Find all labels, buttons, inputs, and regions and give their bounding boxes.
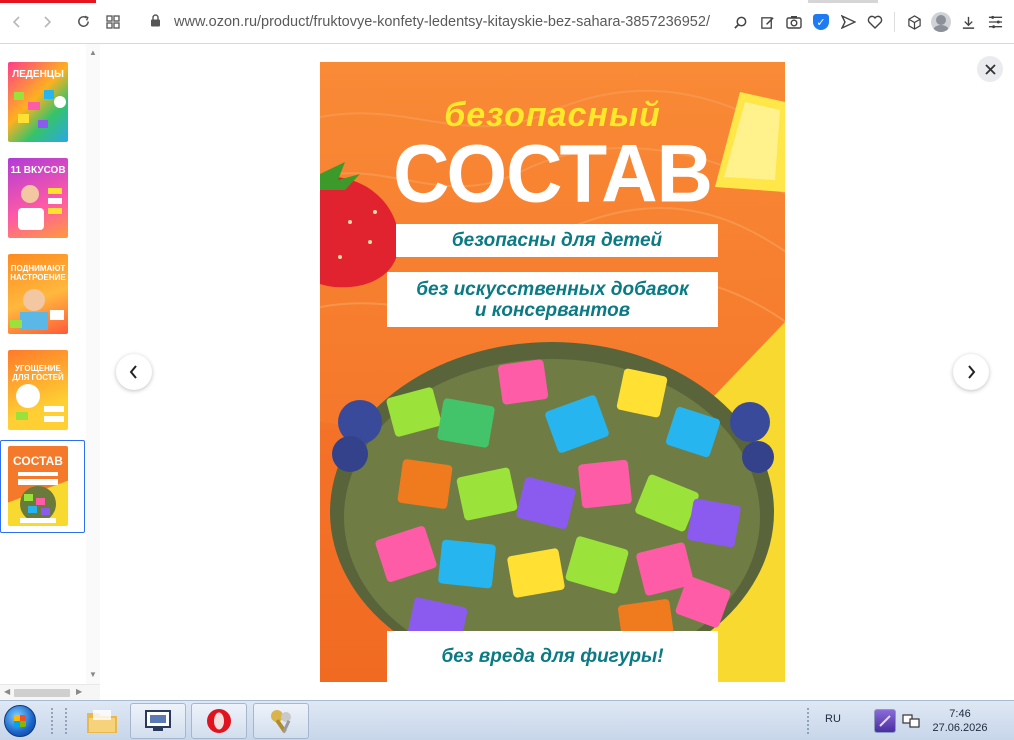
- pen-icon: [879, 715, 891, 727]
- chevron-left-icon: [129, 365, 137, 379]
- send-icon[interactable]: [835, 7, 861, 37]
- clock-time: 7:46: [949, 708, 971, 720]
- clock-date: 27.06.2026: [932, 722, 988, 734]
- next-image-button[interactable]: [953, 354, 989, 390]
- reload-icon[interactable]: [68, 7, 98, 37]
- scrollbar-thumb[interactable]: [14, 689, 70, 697]
- opera-icon: [207, 709, 231, 733]
- thumbnail-5[interactable]: СОСТАВ: [8, 446, 68, 526]
- toolbar-separator: [894, 12, 895, 32]
- scroll-down-icon[interactable]: ▼: [89, 670, 97, 679]
- address-bar[interactable]: www.ozon.ru/product/fruktovye-konfety-le…: [150, 6, 710, 38]
- thumbnail-2[interactable]: 11 ВКУСОВ: [8, 158, 68, 238]
- scroll-left-icon[interactable]: ◀: [4, 687, 10, 696]
- system-clock[interactable]: 7:46 27.06.2026: [924, 707, 996, 735]
- tray-app-icon[interactable]: [874, 709, 896, 733]
- tab-indicator: [808, 0, 878, 3]
- menu-icon[interactable]: [982, 7, 1008, 37]
- scroll-up-icon[interactable]: ▲: [89, 48, 97, 57]
- back-icon[interactable]: [2, 7, 32, 37]
- image-viewer: ЛЕДЕНЦЫ 11 ВКУСОВ ПОДНИМАЮТ НАСТРОЕНИЕ У…: [0, 44, 1014, 700]
- thumbnail-3[interactable]: ПОДНИМАЮТ НАСТРОЕНИЕ: [8, 254, 68, 334]
- keys-taskbar-button[interactable]: [253, 703, 309, 739]
- thumbnail-list: ЛЕДЕНЦЫ 11 ВКУСОВ ПОДНИМАЮТ НАСТРОЕНИЕ У…: [0, 44, 100, 700]
- download-icon[interactable]: [955, 7, 981, 37]
- speed-dial-icon[interactable]: [98, 7, 128, 37]
- poster-ribbon-1: безопасны для детей: [396, 224, 718, 257]
- thumbnail-art: [10, 289, 64, 330]
- browser-toolbar: www.ozon.ru/product/fruktovye-konfety-le…: [0, 0, 1014, 44]
- poster-ribbon-2: без искусственных добавок и консервантов: [387, 272, 718, 327]
- taskbar-grip: [806, 707, 810, 735]
- heart-icon[interactable]: [862, 7, 888, 37]
- remote-desktop-taskbar-button[interactable]: [130, 703, 186, 739]
- language-indicator[interactable]: RU: [825, 713, 841, 725]
- thumbnail-4[interactable]: УГОЩЕНИЕ ДЛЯ ГОСТЕЙ: [8, 350, 68, 430]
- close-icon: [984, 63, 996, 75]
- search-icon[interactable]: [727, 7, 753, 37]
- chevron-right-icon: [968, 365, 976, 379]
- profile-icon[interactable]: [928, 7, 954, 37]
- taskbar-grip: [64, 707, 68, 735]
- windows-logo-icon: [4, 705, 36, 737]
- thumbnail-art: [18, 185, 62, 230]
- tab-loading-indicator: [0, 0, 96, 3]
- poster-ribbon-3: без вреда для фигуры!: [387, 631, 718, 682]
- network-icon[interactable]: [902, 713, 920, 734]
- thumbnail-art: [16, 384, 64, 422]
- close-viewer-button[interactable]: [977, 56, 1003, 82]
- taskbar: RU 7:46 27.06.2026: [0, 700, 1014, 740]
- url-text[interactable]: www.ozon.ru/product/fruktovye-konfety-le…: [174, 14, 710, 30]
- thumbnail-art: [14, 90, 66, 128]
- taskbar-grip: [50, 707, 54, 735]
- shield-icon[interactable]: ✓: [808, 7, 834, 37]
- toolbar-right-icons: ✓: [727, 7, 1008, 37]
- lock-icon[interactable]: [150, 14, 174, 30]
- monitor-icon: [145, 710, 171, 731]
- cube-icon[interactable]: [901, 7, 927, 37]
- start-button[interactable]: [0, 703, 40, 739]
- thumbnail-1[interactable]: ЛЕДЕНЦЫ: [8, 62, 68, 142]
- edit-icon[interactable]: [754, 7, 780, 37]
- product-image: безопасный СОСТАВ безопасны для детей бе…: [320, 62, 785, 682]
- opera-taskbar-button[interactable]: [191, 703, 247, 739]
- thumbnail-scrollbar[interactable]: ▲ ▼: [86, 44, 100, 700]
- explorer-taskbar-button[interactable]: [74, 703, 130, 739]
- poster-headline-big: СОСТАВ: [393, 126, 713, 220]
- scroll-right-icon[interactable]: ▶: [76, 687, 82, 696]
- horizontal-scrollbar[interactable]: ◀ ▶: [0, 684, 100, 700]
- forward-icon[interactable]: [32, 7, 62, 37]
- folder-icon: [87, 710, 117, 733]
- thumbnail-art: [18, 472, 58, 523]
- previous-image-button[interactable]: [116, 354, 152, 390]
- keys-icon: [271, 710, 291, 734]
- camera-icon[interactable]: [781, 7, 807, 37]
